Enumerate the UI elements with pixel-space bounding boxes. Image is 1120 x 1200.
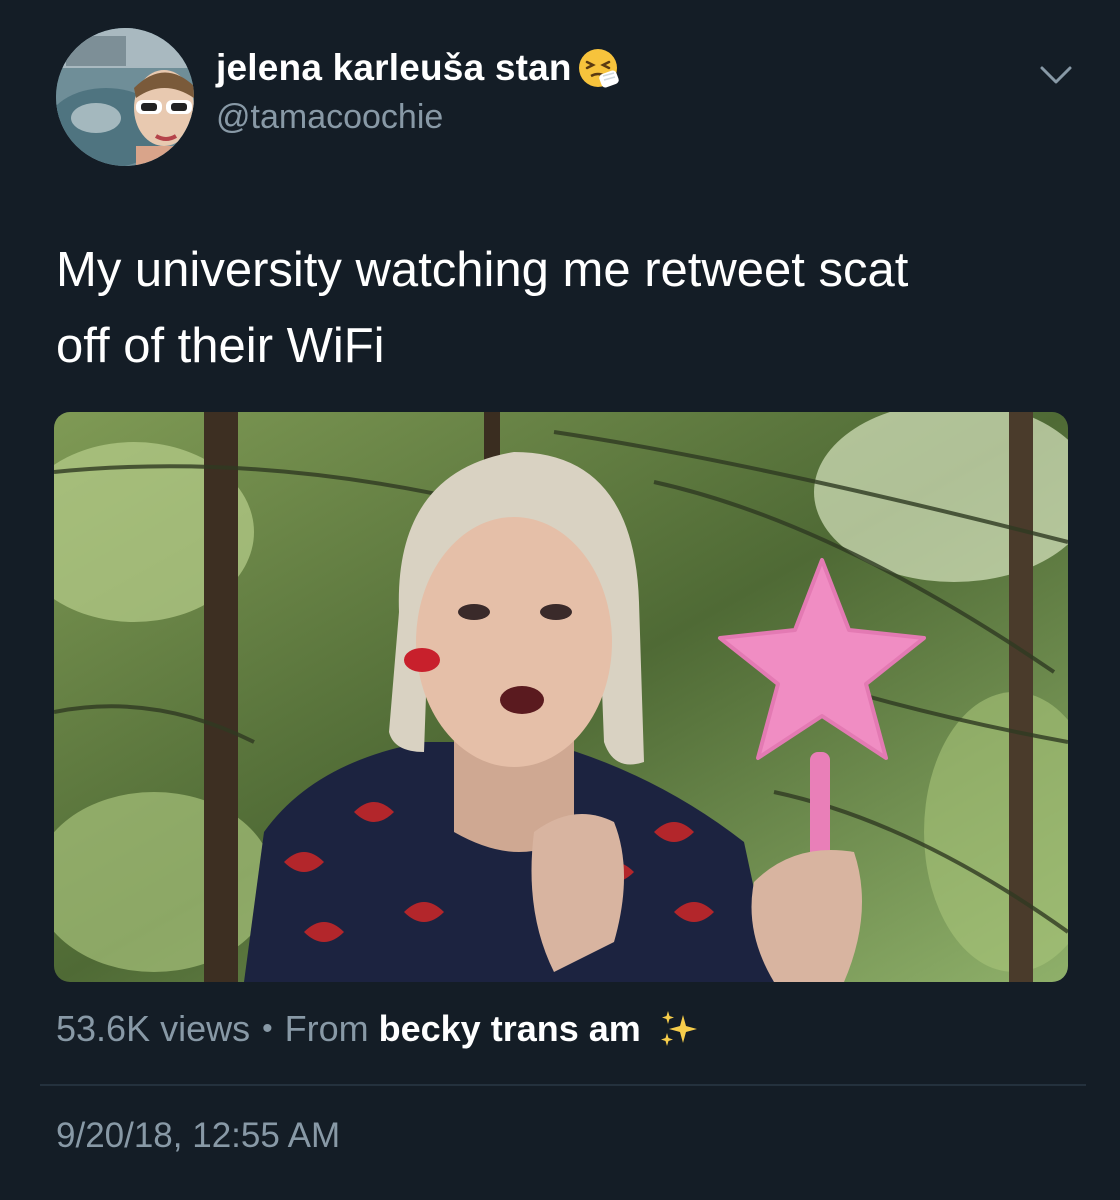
source-account-link[interactable]: becky trans am (379, 1008, 641, 1050)
avatar-image (56, 28, 194, 166)
divider (40, 1084, 1086, 1086)
sparkles-icon (660, 1011, 697, 1046)
video-thumbnail (54, 412, 1068, 982)
tweet-text: My university watching me retweet scat o… (56, 243, 909, 373)
from-label: From (284, 1008, 369, 1049)
tweet-meta-row: 53.6K views • From becky trans am (56, 1004, 701, 1054)
tweet-video[interactable] (54, 412, 1068, 982)
chevron-down-icon[interactable] (1036, 60, 1076, 90)
tweet-card: jelena karleuša stan @tamacoochie My uni… (0, 0, 1120, 1200)
sneezing-face-icon (578, 49, 619, 88)
avatar[interactable] (56, 28, 194, 166)
display-name-row[interactable]: jelena karleuša stan (216, 46, 620, 90)
display-name[interactable]: jelena karleuša stan (216, 47, 572, 89)
user-handle[interactable]: @tamacoochie (216, 98, 443, 137)
separator-dot: • (262, 1012, 273, 1045)
view-count: 53.6K views (56, 1008, 251, 1049)
tweet-timestamp[interactable]: 9/20/18, 12:55 AM (56, 1116, 340, 1156)
